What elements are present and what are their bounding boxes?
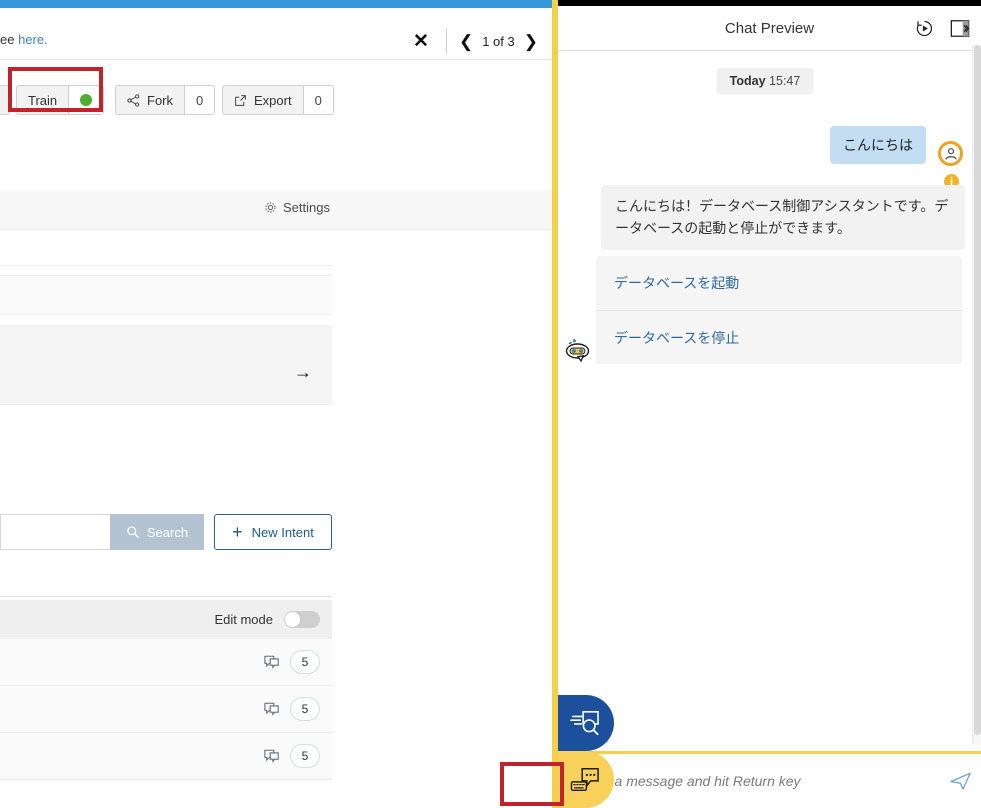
chat-bubbles-icon bbox=[264, 749, 279, 763]
panel-split-border bbox=[552, 0, 558, 808]
chat-preview-header: Chat Preview bbox=[558, 6, 981, 51]
intent-search-row: Search + New Intent bbox=[0, 514, 332, 550]
day-divider-day: Today bbox=[729, 74, 766, 88]
message-composer bbox=[558, 751, 981, 808]
scrollbar-thumb[interactable] bbox=[974, 45, 981, 735]
chat-bubbles-icon bbox=[264, 702, 279, 716]
train-button-group: Train bbox=[16, 85, 105, 115]
notification-text-fragment: ee bbox=[0, 32, 19, 47]
pager: ❮ 1 of 3 ❯ bbox=[459, 33, 538, 50]
search-button-label: Search bbox=[146, 524, 189, 540]
intent-count-badge: 5 bbox=[290, 744, 320, 768]
intent-count-badge: 5 bbox=[290, 650, 320, 674]
plus-icon: + bbox=[232, 522, 243, 542]
export-button-label: Export bbox=[254, 92, 292, 108]
fork-icon bbox=[127, 93, 140, 107]
search-icon bbox=[127, 526, 139, 538]
chat-message-list: Today 15:47 こんにちは i こんにちは！データベース制御アシスタント… bbox=[558, 51, 972, 748]
fork-button-label: Fork bbox=[147, 92, 173, 108]
export-count: 0 bbox=[303, 85, 334, 115]
clipped-left-button[interactable] bbox=[0, 85, 10, 115]
app-root: ee here. ✕ ❮ 1 of 3 ❯ Train Fork 0 Expor… bbox=[0, 0, 981, 808]
notification-bar: ee here. ✕ ❮ 1 of 3 ❯ bbox=[0, 8, 552, 60]
notification-text: ee here. bbox=[0, 32, 48, 47]
settings-strip: Settings bbox=[0, 190, 552, 230]
gear-icon bbox=[265, 202, 276, 213]
divider bbox=[445, 28, 447, 54]
chevron-right-icon[interactable]: ❯ bbox=[524, 33, 538, 50]
chat-scrollbar[interactable] bbox=[972, 45, 981, 745]
chat-preview-panel: Chat Preview Today 15:47 こんにちは i こんにちは！デ… bbox=[558, 0, 981, 808]
chat-keyboard-fab[interactable] bbox=[558, 751, 614, 808]
chat-bubbles-icon bbox=[264, 655, 279, 669]
green-status-dot-icon bbox=[80, 94, 93, 106]
chat-header-actions bbox=[913, 17, 971, 39]
content-block[interactable] bbox=[0, 325, 332, 405]
fork-count: 0 bbox=[185, 85, 216, 115]
chat-search-icon bbox=[570, 711, 599, 736]
content-block bbox=[0, 275, 332, 315]
export-icon bbox=[235, 94, 246, 106]
notification-controls: ✕ ❮ 1 of 3 ❯ bbox=[408, 28, 538, 54]
intent-builder-panel: ee here. ✕ ❮ 1 of 3 ❯ Train Fork 0 Expor… bbox=[0, 0, 552, 808]
quick-reply-item[interactable]: データベースを起動 bbox=[596, 256, 962, 310]
edit-mode-toggle[interactable] bbox=[284, 611, 320, 628]
app-top-bar bbox=[0, 0, 552, 8]
fork-button[interactable]: Fork bbox=[115, 85, 185, 115]
edit-mode-label: Edit mode bbox=[214, 612, 273, 627]
train-status bbox=[69, 85, 105, 115]
settings-label: Settings bbox=[283, 200, 330, 215]
restart-icon[interactable] bbox=[913, 17, 935, 39]
bot-avatar-icon bbox=[564, 338, 596, 370]
train-button-label: Train bbox=[28, 92, 58, 108]
export-button[interactable]: Export bbox=[222, 85, 304, 115]
edit-mode-bar: Edit mode bbox=[0, 600, 332, 639]
intent-count-badge: 5 bbox=[290, 697, 320, 721]
toggle-knob bbox=[285, 612, 300, 627]
table-row[interactable]: 5 bbox=[0, 733, 332, 780]
pager-label: 1 of 3 bbox=[482, 33, 515, 49]
search-button[interactable]: Search bbox=[110, 514, 204, 550]
user-avatar-icon bbox=[938, 141, 963, 166]
export-button-group: Export 0 bbox=[222, 85, 334, 115]
chat-search-fab[interactable] bbox=[558, 695, 614, 751]
fork-button-group: Fork 0 bbox=[115, 85, 216, 115]
send-icon[interactable] bbox=[939, 770, 981, 793]
train-button[interactable]: Train bbox=[16, 85, 70, 115]
chevron-left-icon[interactable]: ❮ bbox=[459, 33, 473, 50]
user-message-bubble: こんにちは bbox=[830, 126, 926, 164]
search-input[interactable] bbox=[0, 514, 110, 550]
table-row[interactable]: 5 bbox=[0, 686, 332, 733]
settings-button[interactable]: Settings bbox=[264, 200, 330, 215]
quick-reply-item[interactable]: データベースを停止 bbox=[596, 310, 962, 364]
day-divider-time: 15:47 bbox=[769, 74, 801, 88]
close-icon[interactable]: ✕ bbox=[408, 28, 434, 54]
message-input[interactable] bbox=[558, 773, 939, 789]
chat-keyboard-icon bbox=[570, 767, 599, 791]
bot-message-bubble: こんにちは！データベース制御アシスタントです。データベースの起動と停止ができます… bbox=[601, 185, 965, 251]
day-divider: Today 15:47 bbox=[716, 68, 814, 94]
notification-link[interactable]: here. bbox=[18, 32, 48, 47]
collapse-panel-icon[interactable] bbox=[949, 17, 971, 39]
quick-replies-card: データベースを起動 データベースを停止 bbox=[596, 256, 962, 364]
list-separator bbox=[0, 596, 332, 597]
table-row[interactable]: 5 bbox=[0, 639, 332, 686]
builder-toolbar: Train Fork 0 Export 0 bbox=[0, 61, 552, 140]
new-intent-button[interactable]: + New Intent bbox=[214, 514, 332, 550]
new-intent-label: New Intent bbox=[251, 524, 314, 540]
arrow-right-icon[interactable]: → bbox=[294, 363, 312, 381]
content-divider bbox=[0, 265, 332, 266]
